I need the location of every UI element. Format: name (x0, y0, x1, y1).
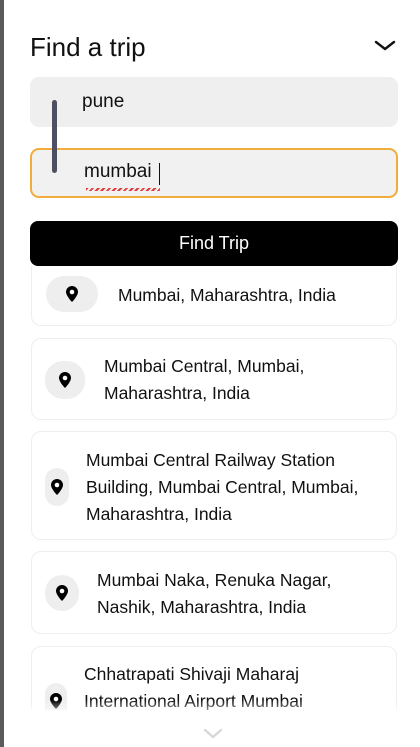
suggestion-line: Building, Mumbai Central, Mumbai, (86, 477, 359, 497)
chevron-down-icon (374, 40, 396, 51)
suggestion-line: Mumbai Naka, Renuka Nagar, (97, 570, 332, 590)
suggestion-line: Mumbai, Maharashtra, India (118, 285, 336, 305)
route-connector-line (52, 100, 57, 173)
list-fade (30, 700, 400, 720)
suggestion-list: Mumbai, Maharashtra, India Mumbai Centra… (30, 266, 400, 710)
location-pin-badge (45, 575, 79, 611)
location-pin-badge (45, 468, 69, 506)
list-item[interactable]: Mumbai Central, Mumbai, Maharashtra, Ind… (31, 338, 397, 420)
location-pin-icon (51, 479, 63, 495)
spellcheck-underline (86, 188, 160, 191)
suggestion-line: Nashik, Maharashtra, India (97, 597, 307, 617)
list-item[interactable]: Mumbai Naka, Renuka Nagar, Nashik, Mahar… (31, 551, 397, 634)
list-item[interactable]: Mumbai, Maharashtra, India (31, 266, 397, 326)
find-trip-panel: Find a trip Find Trip Mumbai, Maharashtr… (0, 0, 420, 747)
panel-header: Find a trip (30, 30, 400, 66)
origin-field[interactable] (30, 77, 398, 127)
destination-field[interactable] (30, 148, 398, 198)
location-pin-icon (59, 372, 71, 388)
location-pin-badge (46, 276, 98, 312)
origin-input[interactable] (82, 77, 372, 127)
page-title: Find a trip (30, 32, 146, 62)
suggestion-line: Mumbai Central, Mumbai, (104, 356, 305, 376)
find-trip-button[interactable]: Find Trip (30, 221, 398, 266)
suggestion-label: Mumbai, Maharashtra, India (118, 282, 336, 309)
location-pin-icon (56, 585, 68, 601)
location-pin-badge (45, 361, 85, 399)
suggestion-line: Maharashtra, India (104, 383, 250, 403)
suggestion-label: Mumbai Central, Mumbai, Maharashtra, Ind… (104, 353, 304, 407)
suggestion-line: Chhatrapati Shivaji Maharaj (84, 664, 299, 684)
suggestion-line: Mumbai Central Railway Station (86, 450, 335, 470)
scroll-more-button[interactable] (202, 725, 224, 741)
chevron-down-icon (203, 728, 223, 738)
collapse-button[interactable] (374, 38, 396, 54)
suggestion-line: Maharashtra, India (86, 504, 232, 524)
list-item[interactable]: Mumbai Central Railway Station Building,… (31, 431, 397, 540)
suggestion-label: Mumbai Naka, Renuka Nagar, Nashik, Mahar… (97, 567, 331, 621)
suggestion-label: Mumbai Central Railway Station Building,… (86, 447, 358, 528)
text-caret (159, 163, 160, 185)
location-pin-icon (66, 286, 78, 302)
